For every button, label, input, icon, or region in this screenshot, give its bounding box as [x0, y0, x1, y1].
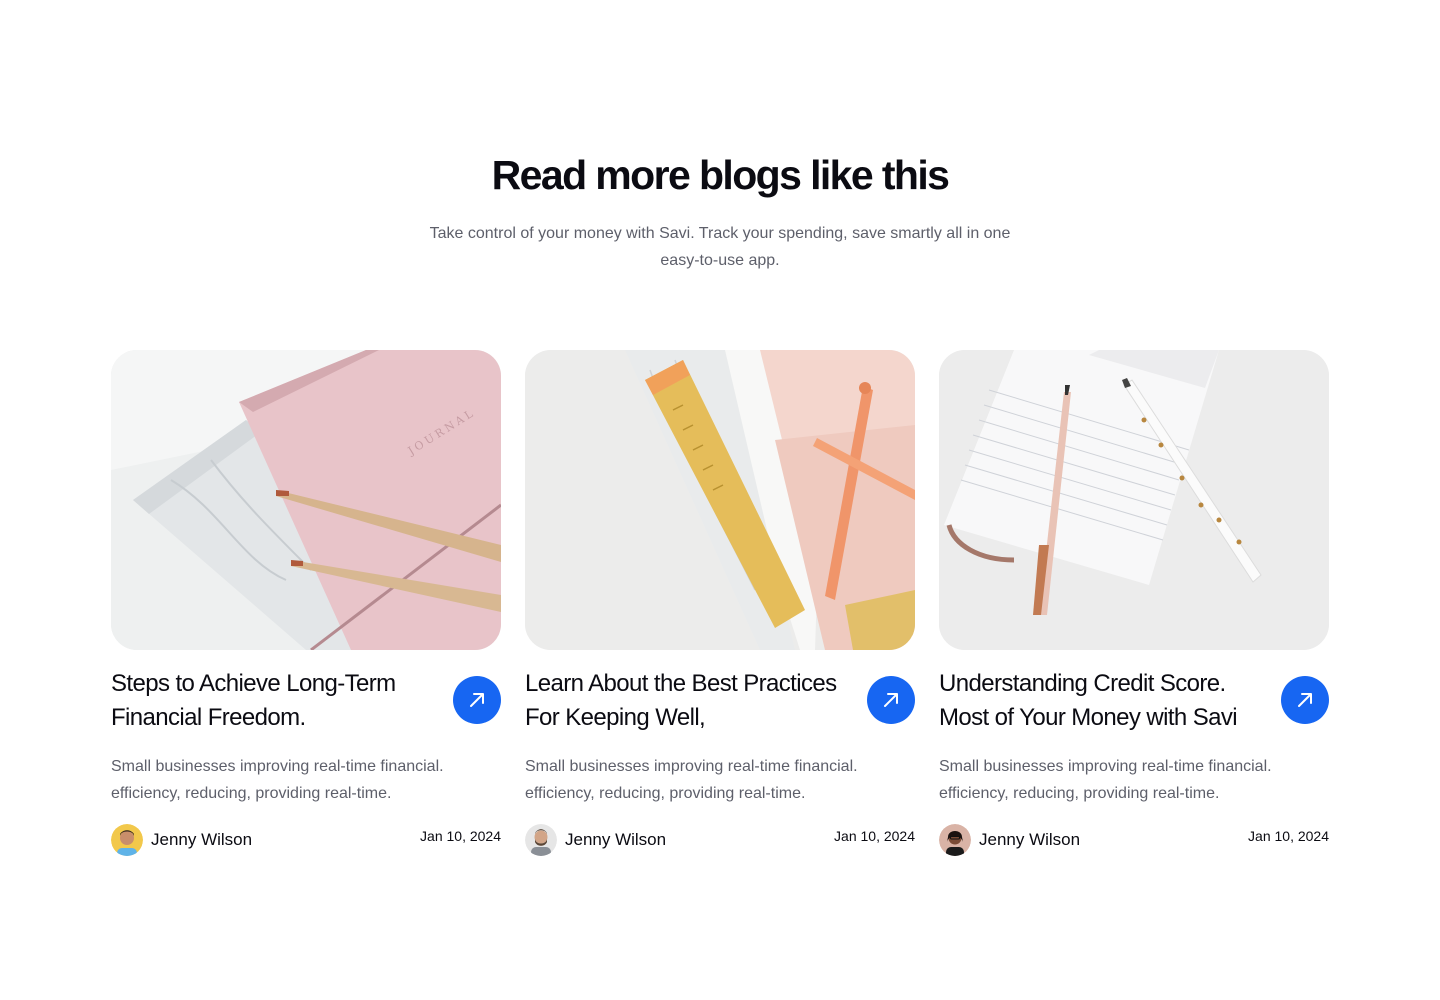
- blog-card-description: Small businesses improving real-time fin…: [939, 758, 1272, 802]
- read-more-button[interactable]: [453, 676, 501, 724]
- blog-card-image[interactable]: [939, 350, 1329, 650]
- section-title: Read more blogs like this: [491, 152, 950, 198]
- post-date: Jan 10, 2024: [1248, 828, 1329, 844]
- blog-card[interactable]: Understanding Credit Score. Most of Your…: [939, 350, 1329, 856]
- post-date: Jan 10, 2024: [834, 828, 915, 844]
- arrow-up-right-icon: [1298, 693, 1312, 707]
- author-info: Jenny Wilson: [525, 824, 666, 856]
- blog-card-image[interactable]: JOURNAL: [111, 350, 501, 650]
- read-more-button[interactable]: [1281, 676, 1329, 724]
- avatar: [525, 824, 557, 856]
- author-name: Jenny Wilson: [979, 830, 1081, 849]
- blog-card-meta: Jenny Wilson Jan 10, 2024: [525, 824, 915, 856]
- blog-card-meta: Jenny Wilson Jan 10, 2024: [111, 824, 501, 856]
- ruler-pen-notebooks-photo: [525, 350, 915, 650]
- arrow-up-right-icon: [470, 693, 484, 707]
- blog-card-image[interactable]: [525, 350, 915, 650]
- section-subtitle: Take control of your money with Savi. Tr…: [429, 225, 1011, 269]
- author-info: Jenny Wilson: [939, 824, 1080, 856]
- read-more-button[interactable]: [867, 676, 915, 724]
- blog-section: Read more blogs like this Take control o…: [0, 0, 1440, 1000]
- post-date: Jan 10, 2024: [420, 828, 501, 844]
- blog-card-meta: Jenny Wilson Jan 10, 2024: [939, 824, 1329, 856]
- blog-card[interactable]: Learn About the Best Practices For Keepi…: [525, 350, 915, 856]
- blog-card-list: JOURNAL Steps to Achieve Long-Term Finan…: [111, 350, 1329, 856]
- author-name: Jenny Wilson: [151, 830, 253, 849]
- blog-card-title-row: Steps to Achieve Long-Term Financial Fre…: [111, 667, 501, 735]
- avatar: [111, 824, 143, 856]
- author-name: Jenny Wilson: [565, 830, 667, 849]
- avatar: [939, 824, 971, 856]
- blog-card-title[interactable]: Steps to Achieve Long-Term Financial Fre…: [111, 667, 436, 735]
- blog-card-title[interactable]: Learn About the Best Practices For Keepi…: [525, 667, 850, 735]
- arrow-up-right-icon: [884, 693, 898, 707]
- blog-card-title-row: Learn About the Best Practices For Keepi…: [525, 667, 915, 735]
- notepad-pens-photo: [939, 350, 1329, 650]
- blog-card[interactable]: JOURNAL Steps to Achieve Long-Term Finan…: [111, 350, 501, 856]
- section-header: Read more blogs like this Take control o…: [0, 148, 1440, 274]
- blog-card-title[interactable]: Understanding Credit Score. Most of Your…: [939, 667, 1264, 735]
- blog-card-description: Small businesses improving real-time fin…: [111, 758, 444, 802]
- blog-card-title-row: Understanding Credit Score. Most of Your…: [939, 667, 1329, 735]
- blog-card-description: Small businesses improving real-time fin…: [525, 758, 858, 802]
- pink-journal-pencils-photo: JOURNAL: [111, 350, 501, 650]
- author-info: Jenny Wilson: [111, 824, 252, 856]
